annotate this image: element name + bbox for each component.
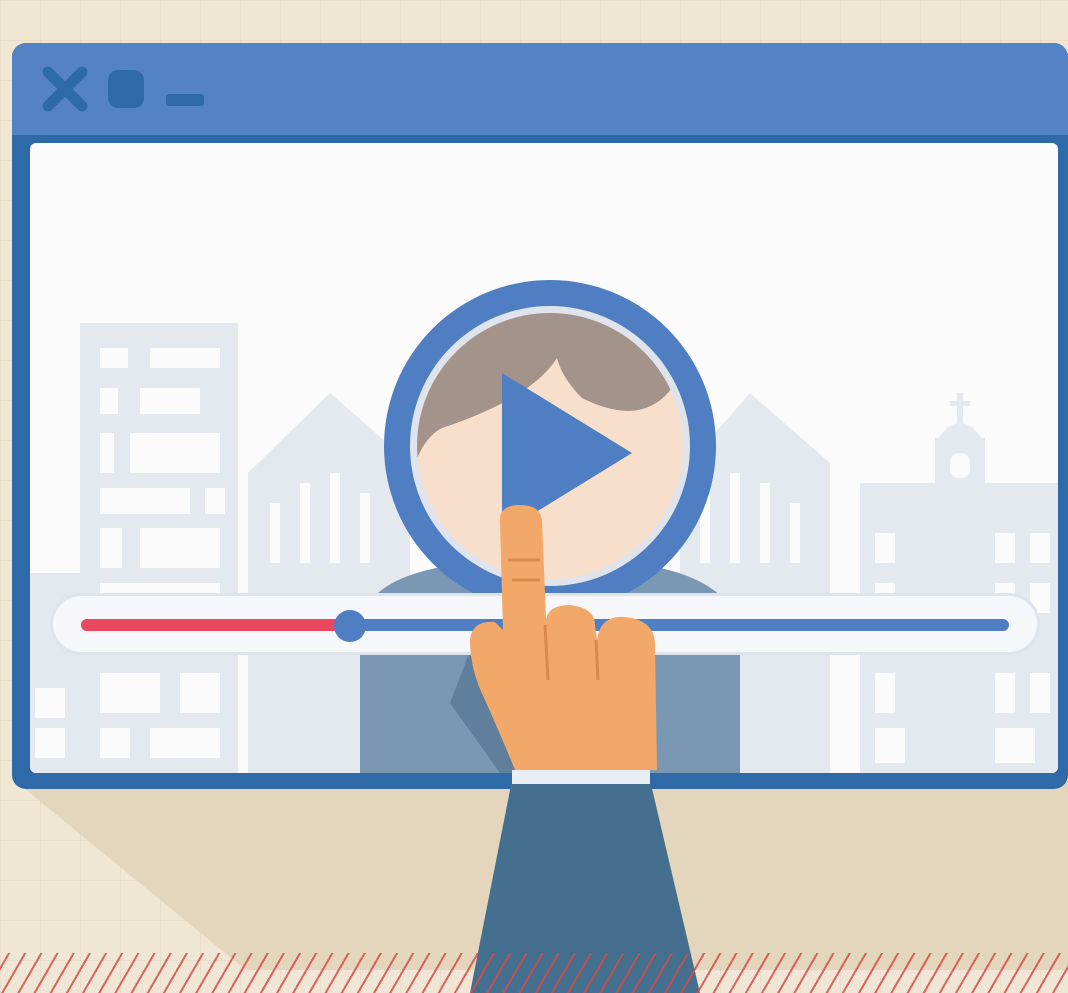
decorative-stripe — [0, 953, 1068, 993]
pointing-hand — [470, 505, 700, 993]
